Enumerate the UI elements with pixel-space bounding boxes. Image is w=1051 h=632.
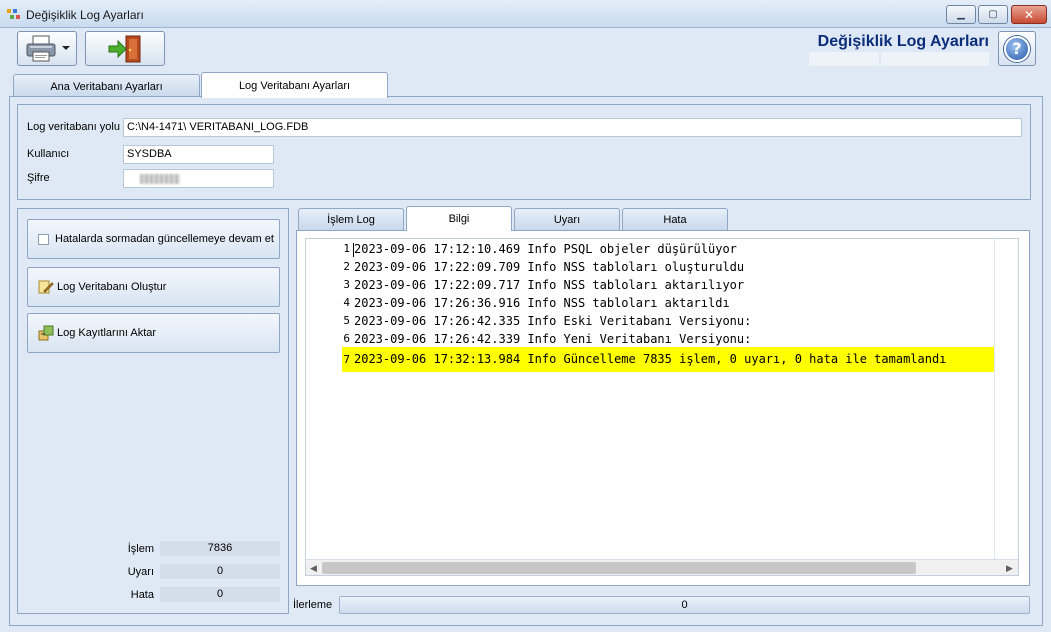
create-log-db-label: Log Veritabanı Oluştur (57, 281, 167, 293)
password-mask (140, 174, 180, 184)
password-label: Şifre (27, 172, 50, 184)
tab-label: Bilgi (448, 213, 470, 225)
exit-button[interactable] (85, 31, 165, 66)
print-button[interactable] (17, 31, 77, 66)
continue-checkbox-label: Hatalarda sormadan güncellemeye devam et (55, 233, 274, 245)
log-line-text: 2023-09-06 17:32:13.984 Info Güncelleme … (354, 352, 947, 366)
close-button[interactable]: ✕ (1011, 5, 1047, 24)
user-label: Kullanıcı (27, 148, 70, 160)
log-db-path-input[interactable]: C:\N4-1471\ VERITABANI_LOG.FDB (123, 118, 1022, 137)
hata-value: 0 (160, 587, 280, 602)
log-line: 2 2023-09-06 17:22:09.709 Info NSS tablol… (306, 258, 1018, 276)
progress-bar: 0 (339, 596, 1030, 614)
log-text-area[interactable]: 1 2023-09-06 17:12:10.469 Info PSQL objel… (305, 238, 1019, 576)
tab-label: Log Veritabanı Ayarları (238, 79, 351, 92)
transfer-icon (38, 325, 54, 341)
scroll-thumb[interactable] (322, 562, 916, 574)
username-input[interactable]: SYSDBA (123, 145, 274, 164)
page-title: Değişiklik Log Ayarları (817, 33, 989, 50)
app-icon (7, 9, 20, 19)
tab-hata[interactable]: Hata (622, 208, 728, 230)
line-number: 7 (343, 353, 350, 366)
minimize-icon: ▁ (957, 9, 965, 20)
log-line-text: 2023-09-06 17:12:10.469 Info PSQL objele… (354, 242, 737, 256)
log-line: 6 2023-09-06 17:26:42.339 Info Yeni Verit… (306, 330, 1018, 348)
line-number: 5 (343, 314, 350, 327)
create-log-db-button[interactable]: Log Veritabanı Oluştur (27, 267, 280, 307)
exit-door-icon (108, 35, 141, 63)
transfer-logs-button[interactable]: Log Kayıtlarını Aktar (27, 313, 280, 353)
help-icon: ? (1004, 35, 1030, 62)
log-line-text: 2023-09-06 17:26:42.335 Info Eski Verita… (354, 314, 752, 328)
islem-value: 7836 (160, 541, 280, 556)
continue-on-error-option[interactable]: Hatalarda sormadan güncellemeye devam et (27, 219, 280, 259)
maximize-button[interactable]: ▢ (978, 5, 1008, 24)
line-number: 4 (343, 296, 350, 309)
islem-label: İşlem (127, 543, 154, 555)
tab-label: Ana Veritabanı Ayarları (50, 80, 163, 93)
database-edit-icon (38, 280, 54, 294)
tab-ana-veritabani[interactable]: Ana Veritabanı Ayarları (13, 74, 200, 98)
line-number: 6 (343, 332, 350, 345)
text-caret (353, 243, 354, 257)
close-icon: ✕ (1023, 7, 1035, 22)
line-number: 3 (343, 278, 350, 291)
tab-log-veritabani[interactable]: Log Veritabanı Ayarları (201, 72, 388, 98)
hata-label: Hata (130, 589, 154, 601)
transfer-logs-label: Log Kayıtlarını Aktar (57, 327, 157, 339)
log-line: 1 2023-09-06 17:12:10.469 Info PSQL objel… (306, 240, 1018, 258)
progress-label: İlerleme (293, 599, 333, 611)
tab-label: İşlem Log (327, 213, 375, 226)
tab-uyari[interactable]: Uyarı (514, 208, 620, 230)
scroll-left-icon[interactable]: ◀ (310, 563, 317, 574)
log-line-text: 2023-09-06 17:22:09.717 Info NSS tablola… (354, 278, 745, 292)
line-number: 1 (343, 242, 350, 255)
chevron-down-icon[interactable] (62, 46, 70, 50)
help-button[interactable]: ? (998, 31, 1036, 66)
header-info-strip (809, 52, 989, 66)
log-line-text: 2023-09-06 17:26:36.916 Info NSS tablola… (354, 296, 730, 310)
horizontal-scrollbar[interactable]: ◀ ▶ (306, 559, 1018, 575)
password-input[interactable] (123, 169, 274, 188)
progress-value: 0 (681, 599, 688, 611)
printer-icon (26, 35, 56, 62)
log-line: 4 2023-09-06 17:26:36.916 Info NSS tablol… (306, 294, 1018, 312)
window-title: Değişiklik Log Ayarları (26, 8, 144, 22)
minimize-button[interactable]: ▁ (946, 5, 976, 24)
log-line-highlighted: 7 2023-09-06 17:32:13.984 Info Güncelleme… (342, 347, 1018, 372)
scroll-right-icon[interactable]: ▶ (1006, 563, 1013, 574)
log-line-text: 2023-09-06 17:22:09.709 Info NSS tablola… (354, 260, 745, 274)
tab-islem-log[interactable]: İşlem Log (298, 208, 404, 230)
log-line: 3 2023-09-06 17:22:09.717 Info NSS tablol… (306, 276, 1018, 294)
tab-label: Uyarı (553, 213, 581, 226)
path-label: Log veritabanı yolu (27, 121, 120, 133)
window-titlebar[interactable]: Değişiklik Log Ayarları ▁ ▢ ✕ (0, 0, 1051, 28)
uyari-value: 0 (160, 564, 280, 579)
log-line-text: 2023-09-06 17:26:42.339 Info Yeni Verita… (354, 332, 752, 346)
log-line: 5 2023-09-06 17:26:42.335 Info Eski Verit… (306, 312, 1018, 330)
tab-bilgi[interactable]: Bilgi (406, 206, 512, 231)
tab-label: Hata (663, 213, 687, 226)
uyari-label: Uyarı (127, 566, 154, 578)
vertical-scrollbar[interactable] (994, 239, 1018, 559)
continue-checkbox[interactable] (38, 233, 49, 245)
maximize-icon: ▢ (988, 9, 998, 20)
line-number: 2 (343, 260, 350, 273)
